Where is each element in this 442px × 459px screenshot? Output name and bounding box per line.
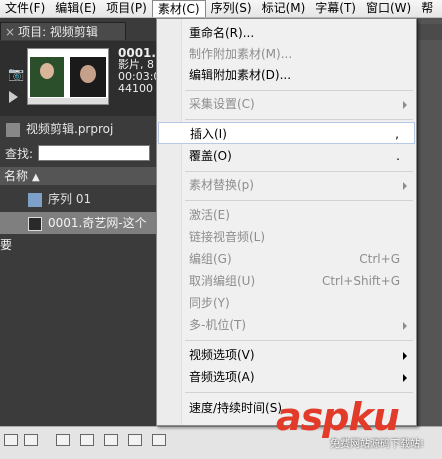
menu-item-shortcut: Ctrl+G: [359, 252, 400, 266]
menu-item-label: 激活(E): [189, 208, 230, 222]
clip-menu-dropdown: 重命名(R)... 制作附加素材(M)... 编辑附加素材(D)... 采集设置…: [156, 18, 417, 426]
menu-item-label: 编辑附加素材(D)...: [189, 68, 292, 82]
menu-item-replace-footage[interactable]: 素材替换(p): [158, 174, 415, 196]
project-file-icon: [6, 122, 20, 137]
menu-item-label: 视频选项(V): [189, 348, 255, 362]
menu-item-label: 多-机位(T): [189, 318, 247, 332]
menu-item-label: 素材替换(p): [189, 178, 254, 192]
film-icon: [28, 216, 42, 231]
menu-bar: 文件(F) 编辑(E) 项目(P) 素材(C) 序列(S) 标记(M) 字幕(T…: [0, 0, 442, 18]
automate-to-sequence-icon[interactable]: [56, 434, 70, 446]
right-panel-tab[interactable]: [418, 24, 442, 40]
menu-window[interactable]: 窗口(W): [361, 0, 416, 17]
column-header-name[interactable]: 名称 ▲: [0, 167, 156, 185]
find-label: 查找:: [5, 147, 34, 161]
menu-item-label: 链接视音频(L): [189, 230, 266, 244]
list-item-label: 序列 01: [48, 192, 92, 206]
menu-item-video-options[interactable]: 视频选项(V): [158, 344, 415, 366]
icon-view-icon[interactable]: [24, 434, 38, 446]
clip-thumbnail[interactable]: [27, 48, 109, 105]
menu-item-capture-settings[interactable]: 采集设置(C): [158, 93, 415, 115]
list-item-label: 0001.奇艺网-这个要: [0, 216, 147, 252]
menu-item-ungroup[interactable]: 取消编组(U) Ctrl+Shift+G: [158, 270, 415, 292]
menu-marker[interactable]: 标记(M): [257, 0, 311, 17]
camera-icon[interactable]: 📷: [8, 67, 24, 82]
submenu-arrow-icon: [403, 182, 407, 190]
project-file-row: 视频剪辑.prproj: [0, 118, 156, 140]
list-item-sequence[interactable]: 序列 01: [0, 188, 156, 210]
menu-file[interactable]: 文件(F): [0, 0, 50, 17]
menu-item-label: 取消编组(U): [189, 274, 256, 288]
submenu-arrow-icon: [403, 374, 407, 382]
menu-separator: [185, 90, 413, 91]
watermark-subtext: 免费网站源码下载站!: [330, 439, 425, 450]
thumbnail-frame-left: [30, 57, 64, 97]
list-view-icon[interactable]: [4, 434, 18, 446]
play-icon[interactable]: [9, 91, 18, 103]
menu-clip[interactable]: 素材(C): [151, 0, 206, 17]
menu-item-shortcut: .: [396, 149, 400, 163]
project-tab[interactable]: × 项目: 视频剪辑: [0, 22, 126, 40]
new-item-icon[interactable]: [128, 434, 142, 446]
menu-item-group[interactable]: 编组(G) Ctrl+G: [158, 248, 415, 270]
menu-item-insert[interactable]: 插入(I),: [158, 122, 415, 144]
menu-sequence[interactable]: 序列(S): [206, 0, 257, 17]
menu-project[interactable]: 项目(P): [101, 0, 152, 17]
list-item-video-clip[interactable]: 0001.奇艺网-这个要: [0, 212, 156, 252]
submenu-arrow-icon: [403, 352, 407, 360]
menu-item-shortcut: ,: [395, 127, 399, 141]
new-bin-icon[interactable]: [104, 434, 118, 446]
menu-item-make-subclip[interactable]: 制作附加素材(M)...: [158, 43, 415, 65]
menu-separator: [185, 119, 413, 120]
column-name-label: 名称: [4, 169, 29, 183]
menu-separator: [185, 171, 413, 172]
menu-item-shortcut: Ctrl+Shift+G: [321, 274, 400, 288]
menu-item-overlay[interactable]: 覆盖(O).: [158, 145, 415, 167]
clip-preview-area: 📷 0001.奇 影片, 8 00:03:0 44100 H: [0, 41, 168, 116]
submenu-arrow-icon: [403, 322, 407, 330]
thumbnail-scrubber[interactable]: [28, 98, 108, 104]
menu-item-label: 音频选项(A): [189, 370, 255, 384]
find-row: 查找:: [0, 144, 156, 164]
menu-separator: [185, 200, 413, 201]
menu-item-label: 插入(I): [190, 127, 227, 141]
project-tab-label: 项目: 视频剪辑: [18, 25, 98, 39]
menu-item-audio-options[interactable]: 音频选项(A): [158, 366, 415, 388]
menu-help[interactable]: 帮: [416, 0, 438, 17]
watermark: aspku 免费网站源码下载站!: [276, 395, 442, 450]
menu-separator: [185, 392, 413, 393]
menu-item-multi-camera[interactable]: 多-机位(T): [158, 314, 415, 336]
menu-item-link-audio-video[interactable]: 链接视音频(L): [158, 226, 415, 248]
project-file-name: 视频剪辑.prproj: [26, 122, 114, 136]
sequence-icon: [28, 192, 42, 207]
sort-ascending-icon: ▲: [32, 172, 40, 183]
menu-item-label: 采集设置(C): [189, 97, 255, 111]
menu-item-label: 同步(Y): [189, 296, 230, 310]
menu-item-label: 重命名(R)...: [189, 26, 255, 40]
menu-item-label: 编组(G): [189, 252, 232, 266]
menu-item-label: 制作附加素材(M)...: [189, 47, 293, 61]
close-icon[interactable]: ×: [5, 25, 15, 39]
find-input[interactable]: [38, 145, 150, 161]
menu-item-edit-subclip[interactable]: 编辑附加素材(D)...: [158, 64, 415, 86]
find-icon[interactable]: [80, 434, 94, 446]
submenu-arrow-icon: [403, 101, 407, 109]
project-panel: × 项目: 视频剪辑 📷 0001.奇 影片, 8 00:03:0 44100 H…: [0, 18, 168, 458]
menu-item-rename[interactable]: 重命名(R)...: [158, 22, 415, 44]
menu-title[interactable]: 字幕(T): [310, 0, 361, 17]
menu-separator: [185, 340, 413, 341]
delete-icon[interactable]: [152, 434, 166, 446]
menu-item-synchronize[interactable]: 同步(Y): [158, 292, 415, 314]
right-panel: [418, 18, 442, 426]
menu-item-label: 覆盖(O): [189, 149, 232, 163]
thumbnail-frame-right: [70, 57, 106, 97]
watermark-logo: aspku: [276, 395, 400, 439]
menu-edit[interactable]: 编辑(E): [50, 0, 101, 17]
menu-item-enable[interactable]: 激活(E): [158, 204, 415, 226]
